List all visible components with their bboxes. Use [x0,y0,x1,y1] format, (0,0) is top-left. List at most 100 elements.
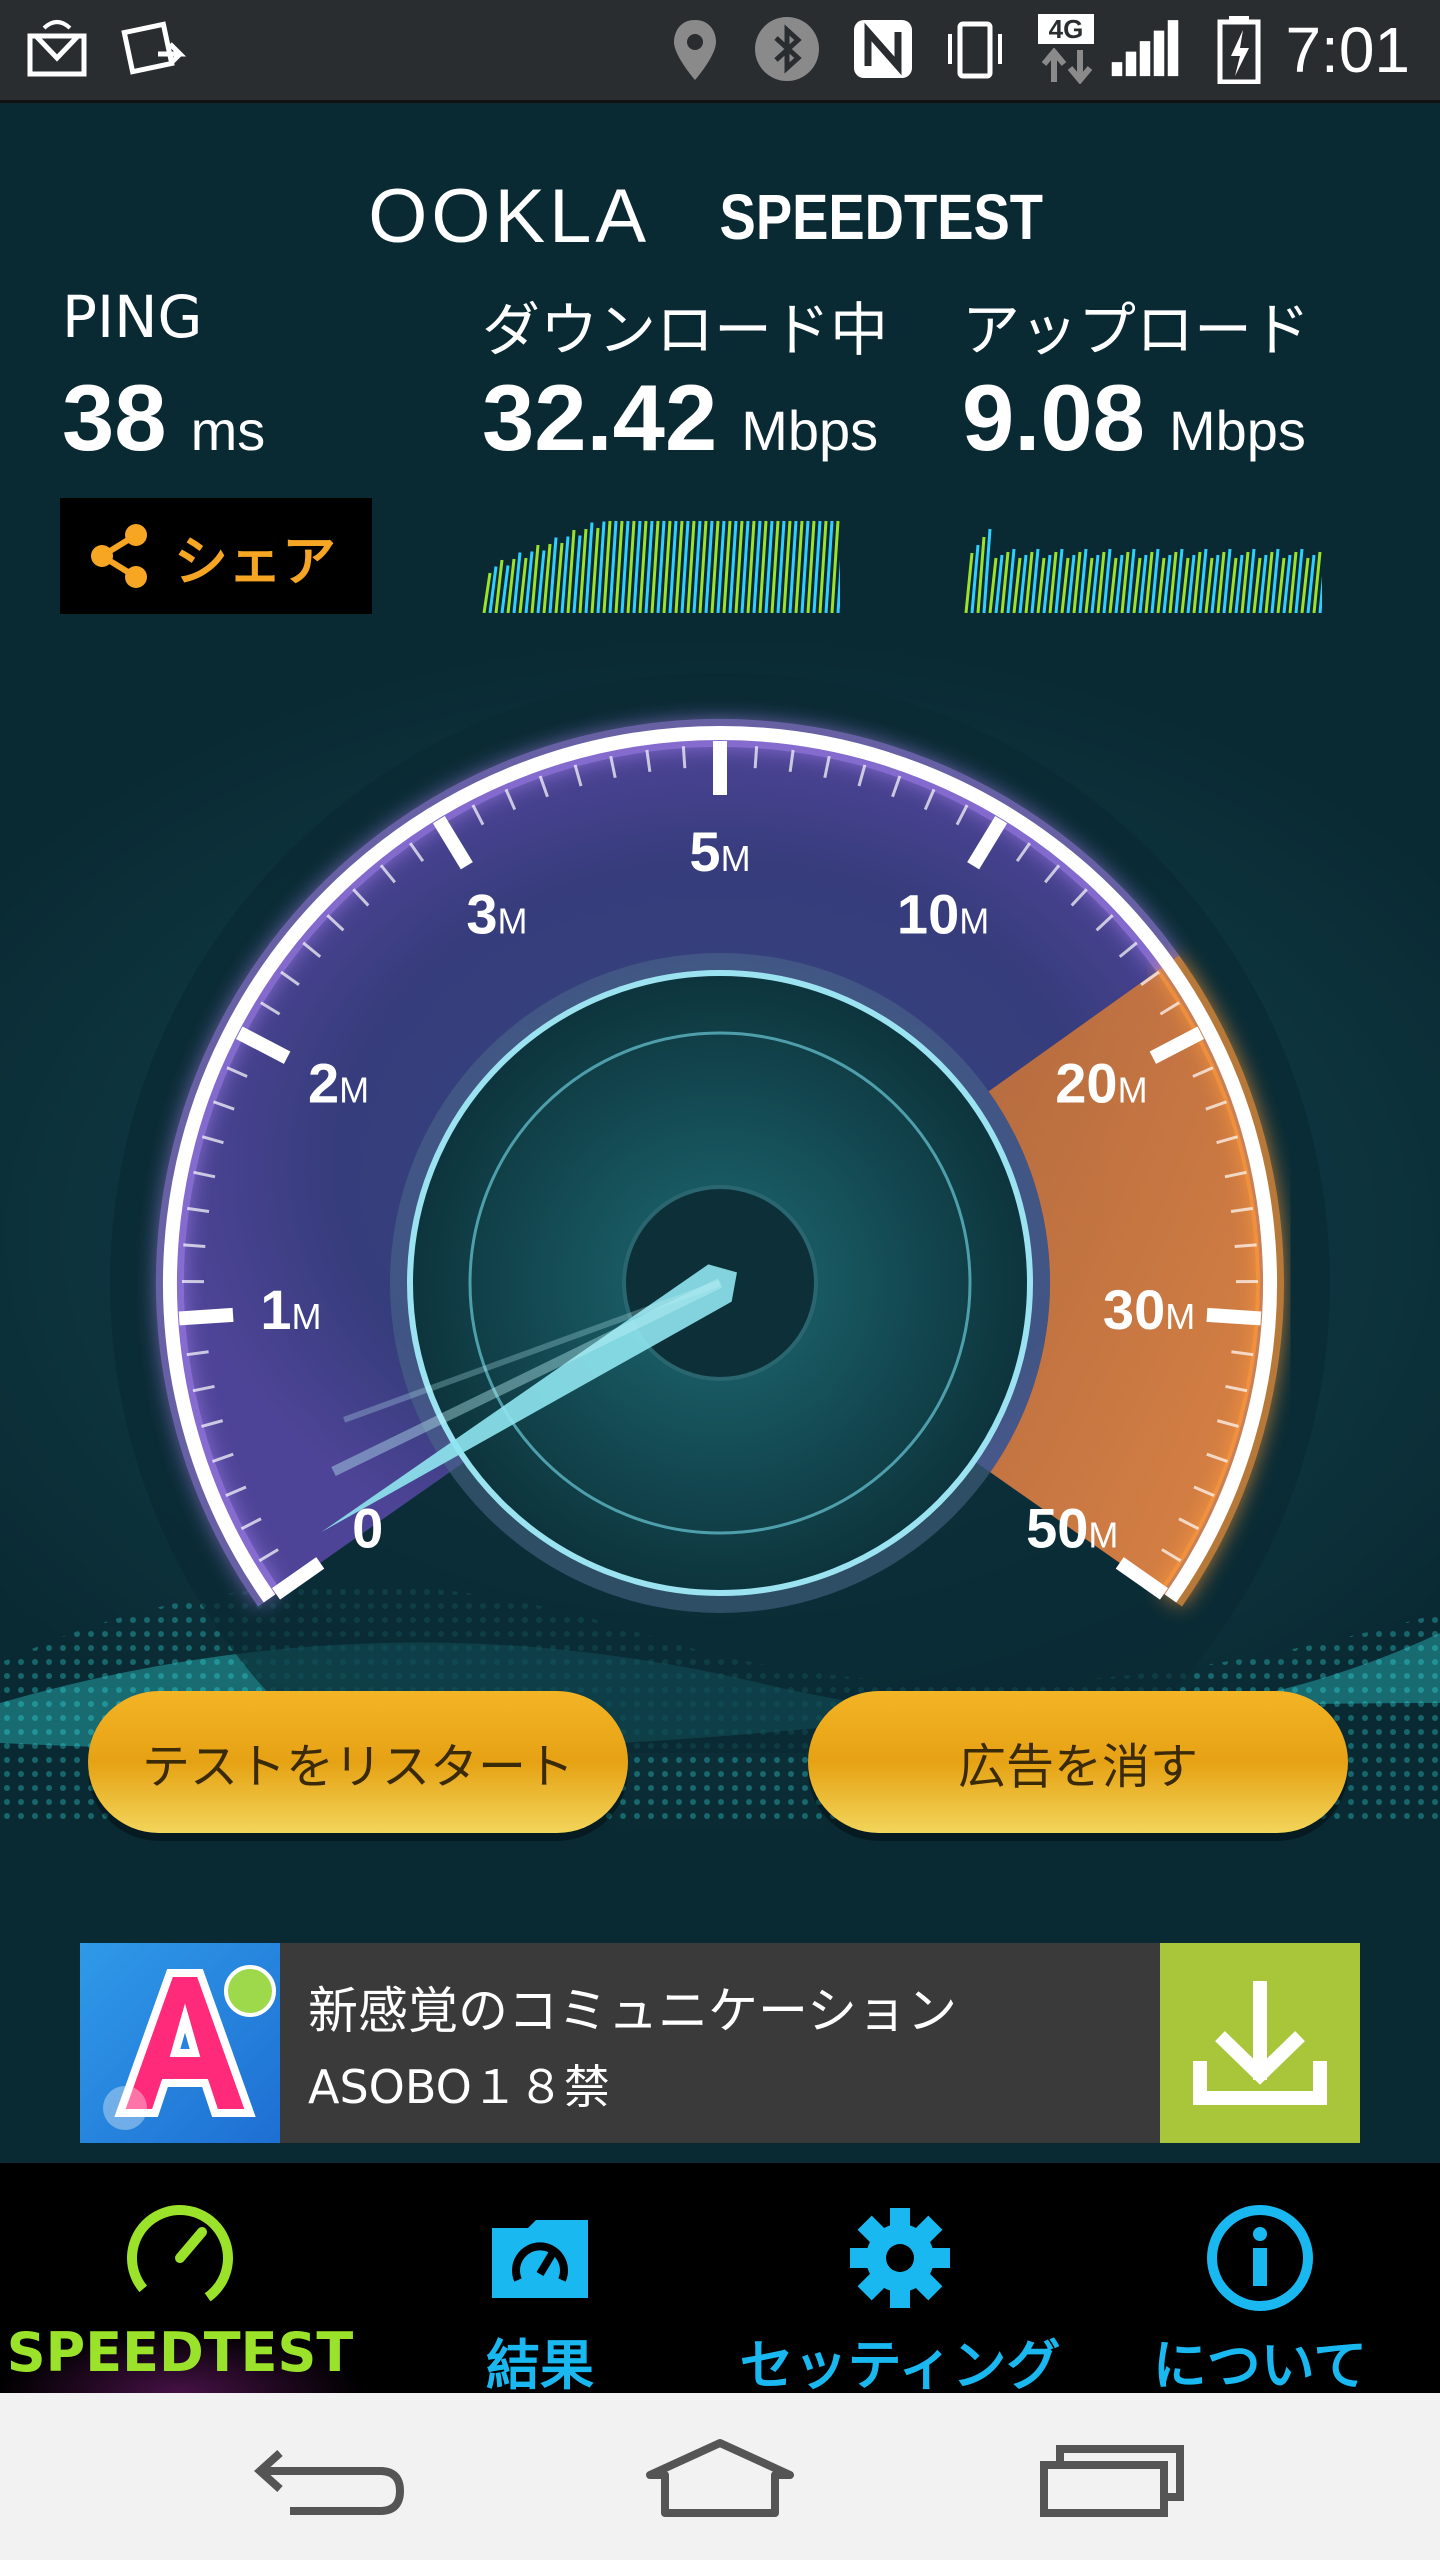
graph-bar [554,542,564,613]
graph-bar [1186,554,1196,613]
graph-bar [1252,557,1262,613]
ookla-logo: OOKLA [368,174,651,259]
graph-bar [1306,554,1316,613]
results-folder-icon [492,2220,588,2298]
graph-bar [1168,551,1178,613]
graph-bar [1276,557,1286,613]
graph-bar [770,520,780,613]
tab-results[interactable]: 結果 [360,2163,720,2397]
graph-bar [994,554,1004,613]
graph-bar [740,520,750,613]
tab-settings[interactable]: セッティング [720,2163,1080,2397]
ad-banner[interactable]: 新感覚のコミュニケーション ASOBO１８禁 [80,1943,1360,2143]
tab-about-label: について [1152,2334,1368,2397]
ad-download-button[interactable] [1160,1943,1360,2143]
graph-bar [674,520,684,613]
graph-bar [1216,551,1226,613]
gauge-major-tick [178,1307,234,1326]
graph-bar [1102,548,1112,613]
ping-readout: 38 ms [62,368,265,481]
graph-bar [536,550,546,613]
restart-test-button[interactable]: テストをリスタート [88,1691,628,1833]
speedtest-logo: SPEEDTEST [719,180,1044,253]
graph-bar [638,520,648,613]
graph-bar [1060,557,1070,613]
graph-bar [1066,554,1076,613]
graph-bar [1312,551,1322,613]
graph-bar [716,520,726,613]
location-icon [674,20,716,80]
graph-bar [1204,557,1214,613]
graph-bar [1108,557,1118,613]
graph-bar [1192,551,1202,613]
ad-subtitle: ASOBO１８禁 [308,2060,610,2114]
graph-bar [590,527,600,613]
graph-bar [1096,551,1106,613]
graph-bar [806,520,816,613]
graph-bar [812,520,822,613]
graph-bar [722,520,732,613]
share-button[interactable]: シェア [60,498,372,614]
speedometer-icon [127,2205,233,2311]
gauge-tick-label: 0 [352,1497,383,1560]
tab-speedtest[interactable]: SPEEDTEST [0,2163,360,2393]
graph-bar [632,520,642,613]
recents-button[interactable] [1020,2423,1200,2533]
back-button[interactable] [240,2423,420,2533]
ad-app-logo [103,1965,276,2130]
graph-bar [1180,557,1190,613]
tab-about[interactable]: について [1080,2163,1440,2397]
graph-bar [1054,548,1064,613]
graph-bar [824,520,834,613]
graph-bar [1012,557,1022,613]
nfc-icon [854,20,912,78]
graph-bar [602,520,612,613]
bluetooth-icon [755,17,819,81]
graph-bar [704,520,714,613]
gauge-minor-tick [183,1243,206,1248]
graph-bar [1138,554,1148,613]
battery-charging-icon [1217,16,1261,84]
graph-bar [1198,548,1208,613]
graph-bar [1174,548,1184,613]
graph-bar [1246,548,1256,613]
graph-bar [608,520,618,613]
graph-bar [482,572,492,613]
tab-results-label: 結果 [486,2334,594,2397]
graph-bar [626,520,636,613]
upload-value: 9.08 [962,365,1145,470]
system-navigation-bar [0,2393,1440,2560]
graph-bar [782,520,792,613]
graph-bar [620,520,630,613]
graph-bar [1210,554,1220,613]
graph-bar [988,557,998,613]
graph-bar [1078,548,1088,613]
graph-bar [1030,548,1040,613]
graph-bar [964,552,974,613]
graph-bar [698,520,708,613]
remove-ads-button[interactable]: 広告を消す [808,1691,1348,1833]
home-button[interactable] [630,2423,810,2533]
download-readout: 32.42 Mbps [482,368,878,481]
graph-bar [1006,548,1016,613]
graph-bar [1162,554,1172,613]
graph-bar [1150,548,1160,613]
status-bar: 4G 7:01 [0,0,1440,103]
ad-app-icon [80,1943,280,2143]
download-graph [482,520,840,613]
graph-bar [572,535,582,613]
graph-bar [788,520,798,613]
graph-bar [1294,548,1304,613]
graph-bar [1000,551,1010,613]
ping-label: PING [62,283,203,351]
speedtest-panel: OOKLA SPEEDTEST PING 38 ms ダウンロード中 32.42 M… [0,103,1440,2163]
graph-bar [1144,551,1154,613]
graph-bar [1264,551,1274,613]
gauge-major-tick [1206,1307,1262,1326]
graph-bar [500,565,510,613]
graph-bar [1156,557,1166,613]
network-type-indicator: 4G [1036,14,1098,84]
graph-bar [1042,554,1052,613]
graph-bar [1132,557,1142,613]
brand-logo: OOKLA SPEEDTEST [0,173,1440,263]
